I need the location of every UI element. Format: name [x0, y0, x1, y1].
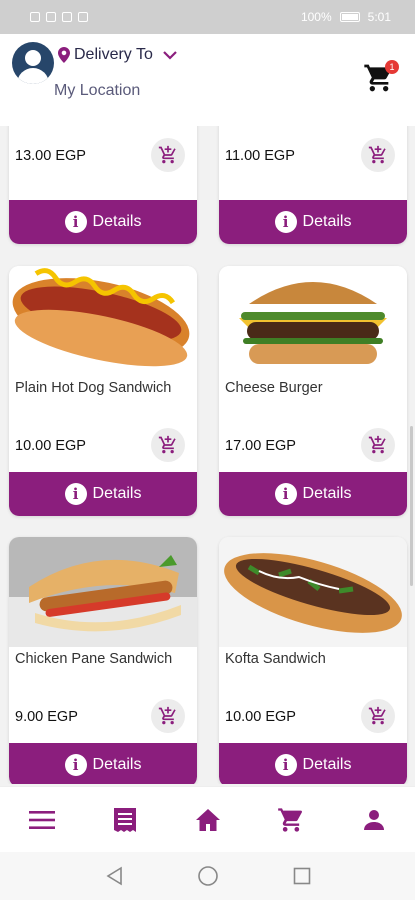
details-label: Details: [302, 213, 352, 230]
product-grid: 13.00 EGP i Details 11.00 EGP i Details: [0, 126, 415, 784]
clock: 5:01: [367, 10, 391, 24]
add-cart-icon: [368, 435, 386, 454]
details-label: Details: [302, 485, 352, 502]
product-name: Plain Hot Dog Sandwich: [15, 380, 172, 396]
system-nav-bar: [0, 852, 415, 900]
cart-count-badge: 1: [385, 60, 399, 74]
details-button[interactable]: i Details: [9, 200, 197, 244]
product-price: 10.00 EGP: [15, 438, 86, 454]
alarm-icon: [78, 12, 88, 22]
circle-icon: [197, 866, 218, 886]
add-cart-icon: [158, 145, 176, 164]
app-header: Delivery To My Location 1: [0, 34, 415, 126]
product-name: Cheese Burger: [225, 380, 323, 396]
product-card[interactable]: 11.00 EGP i Details: [219, 126, 407, 244]
square-icon: [293, 867, 310, 885]
nav-menu[interactable]: [22, 800, 62, 840]
notification-icon: [30, 12, 40, 22]
add-cart-icon: [368, 706, 386, 725]
info-icon: i: [274, 754, 297, 776]
add-cart-icon: [368, 145, 386, 164]
avatar[interactable]: [12, 42, 54, 84]
chevron-down-icon: [163, 51, 177, 60]
info-icon: i: [64, 211, 87, 233]
product-price: 10.00 EGP: [225, 709, 296, 725]
details-label: Details: [92, 213, 142, 230]
back-button[interactable]: [102, 864, 126, 888]
product-image-hotdog: [9, 266, 197, 376]
delivery-selector[interactable]: Delivery To: [58, 46, 177, 64]
cart-icon: [277, 807, 302, 832]
location-pin-icon: [58, 47, 70, 63]
home-icon: [195, 808, 220, 831]
details-button[interactable]: i Details: [219, 472, 407, 516]
product-name: Chicken Pane Sandwich: [15, 651, 173, 667]
product-price: 9.00 EGP: [15, 709, 78, 725]
product-image-chicken-pane: [9, 537, 197, 647]
info-icon: i: [64, 483, 87, 505]
receipt-icon: [113, 807, 136, 832]
product-card[interactable]: Plain Hot Dog Sandwich 10.00 EGP i Detai…: [9, 266, 197, 516]
add-to-cart-button[interactable]: [151, 428, 185, 462]
details-button[interactable]: i Details: [9, 743, 197, 784]
details-label: Details: [92, 485, 142, 502]
product-price: 13.00 EGP: [15, 148, 86, 164]
info-icon: i: [274, 211, 297, 233]
add-to-cart-button[interactable]: [361, 428, 395, 462]
home-system-button[interactable]: [196, 864, 220, 888]
product-price: 11.00 EGP: [225, 148, 295, 164]
info-icon: i: [274, 483, 297, 505]
add-to-cart-button[interactable]: [151, 138, 185, 172]
product-card[interactable]: Kofta Sandwich 10.00 EGP i Details: [219, 537, 407, 784]
nav-cart[interactable]: [271, 800, 311, 840]
delivery-label: Delivery To: [74, 46, 153, 63]
bottom-nav: [0, 786, 415, 852]
nav-orders[interactable]: [105, 800, 145, 840]
product-image-kofta: [219, 537, 407, 647]
recents-button[interactable]: [290, 864, 314, 888]
product-card[interactable]: Chicken Pane Sandwich 9.00 EGP i Details: [9, 537, 197, 784]
add-to-cart-button[interactable]: [151, 699, 185, 733]
nav-profile[interactable]: [354, 800, 394, 840]
back-triangle-icon: [105, 866, 122, 886]
add-to-cart-button[interactable]: [361, 138, 395, 172]
status-icons: [30, 12, 88, 22]
location-text[interactable]: My Location: [54, 82, 140, 100]
product-image-burger: [219, 266, 407, 376]
product-name: Kofta Sandwich: [225, 651, 326, 667]
add-to-cart-button[interactable]: [361, 699, 395, 733]
product-card[interactable]: 13.00 EGP i Details: [9, 126, 197, 244]
details-button[interactable]: i Details: [9, 472, 197, 516]
product-card[interactable]: Cheese Burger 17.00 EGP i Details: [219, 266, 407, 516]
add-cart-icon: [158, 435, 176, 454]
battery-percent: 100%: [300, 10, 332, 24]
status-bar: 100% 5:01: [0, 0, 415, 34]
profile-icon: [363, 809, 384, 830]
eye-icon: [62, 12, 72, 22]
menu-icon: [28, 810, 55, 829]
details-label: Details: [92, 756, 142, 773]
add-cart-icon: [158, 706, 176, 725]
details-button[interactable]: i Details: [219, 743, 407, 784]
wifi-icon: [46, 12, 56, 22]
details-button[interactable]: i Details: [219, 200, 407, 244]
product-price: 17.00 EGP: [225, 438, 296, 454]
info-icon: i: [64, 754, 87, 776]
scrollbar[interactable]: [410, 426, 413, 586]
nav-home[interactable]: [188, 800, 228, 840]
details-label: Details: [302, 756, 352, 773]
battery-icon: [339, 12, 360, 22]
